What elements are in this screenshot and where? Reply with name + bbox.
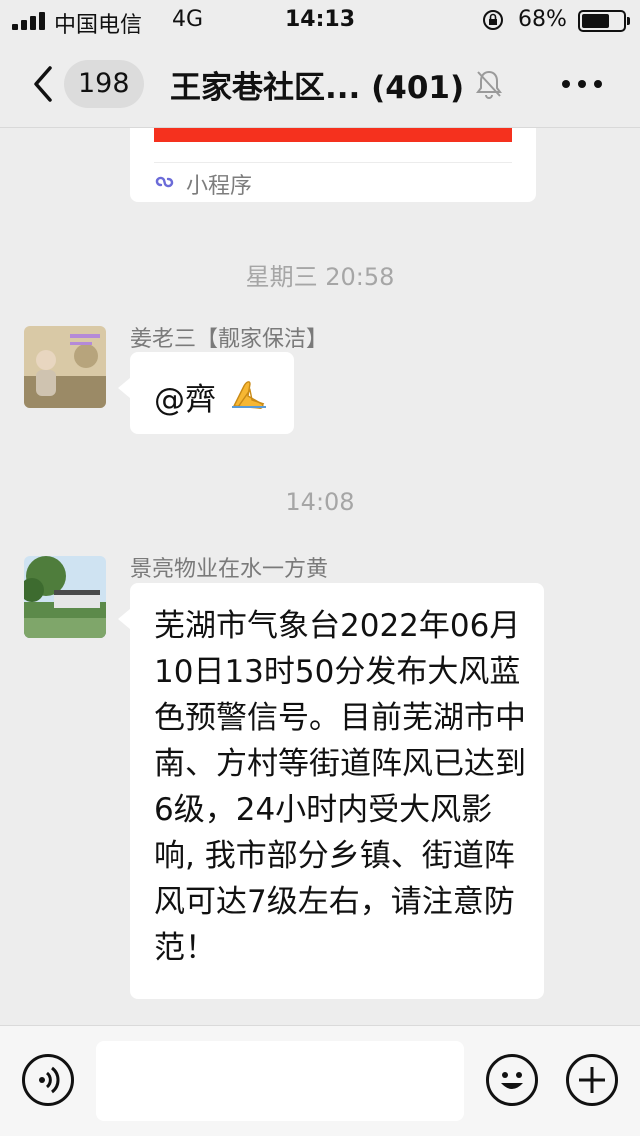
chevron-left-icon[interactable] (28, 64, 58, 104)
unread-count-badge[interactable]: 198 (64, 60, 144, 108)
battery-icon (578, 10, 630, 32)
message-text: 芜湖市气象台2022年06月10日13时50分发布大风蓝色预警信号。目前芜湖市中… (154, 608, 526, 966)
mini-program-banner (154, 128, 512, 142)
message-bubble[interactable]: @齊 (118, 352, 294, 434)
voice-icon[interactable] (22, 1054, 74, 1106)
status-bar: 中国电信 4G 14:13 68% (0, 0, 640, 40)
ellipsis-icon[interactable] (560, 74, 604, 94)
battery-percent: 68% (518, 7, 567, 32)
link-icon (155, 176, 174, 188)
plus-icon[interactable] (566, 1054, 618, 1106)
message-bubble[interactable]: 芜湖市气象台2022年06月10日13时50分发布大风蓝色预警信号。目前芜湖市中… (118, 583, 544, 999)
bell-slash-icon (476, 70, 502, 99)
sender-name: 姜老三【靓家保洁】 (130, 327, 329, 352)
avatar[interactable] (24, 326, 106, 408)
mini-program-label: 小程序 (186, 174, 253, 199)
avatar[interactable] (24, 556, 106, 638)
message-text: @齊 (154, 382, 216, 418)
mini-program-card[interactable]: 小程序 (130, 128, 536, 202)
sender-name: 景亮物业在水一方黄 (130, 557, 329, 582)
chat-input-bar (0, 1025, 640, 1136)
praying-hands-emoji (232, 381, 266, 409)
message-input[interactable] (96, 1041, 464, 1121)
chat-header: 198 王家巷社区... (401) (0, 40, 640, 128)
battery-fill (582, 14, 609, 28)
message-timestamp: 星期三 20:58 (245, 263, 395, 291)
rotation-lock-icon (483, 10, 503, 30)
chat-screen: 中国电信 4G 14:13 68% 198 王家巷社区... (401) 小程序… (0, 0, 640, 1136)
message-timestamp: 14:08 (285, 488, 355, 516)
smiley-icon[interactable] (486, 1054, 538, 1106)
chat-title: 王家巷社区... (401) (170, 70, 465, 106)
